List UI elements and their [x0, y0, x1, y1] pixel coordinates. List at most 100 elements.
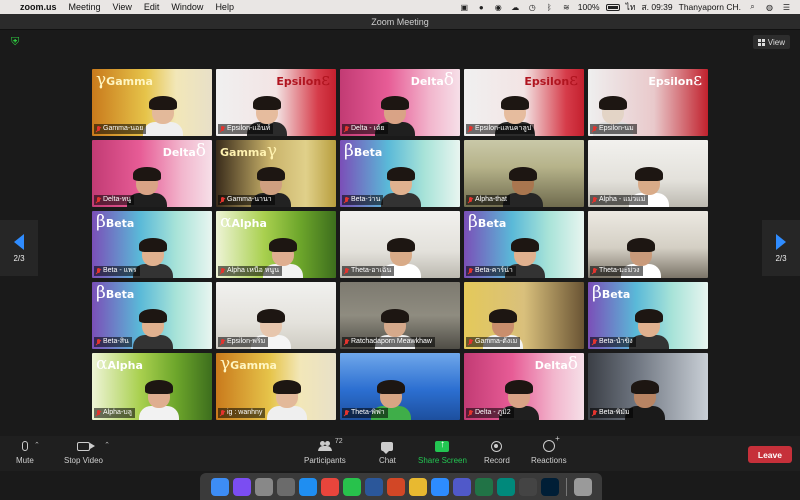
security-shield-icon[interactable]: ⛨ [11, 36, 23, 48]
user-name[interactable]: Thanyaporn CH. [679, 2, 741, 12]
dock-separator [565, 477, 567, 496]
background-brand-text: βBeta [96, 283, 134, 303]
participant-tile[interactable]: βBeta Beta-ว่าน [340, 140, 460, 207]
video-options-chevron-icon[interactable]: ⌃ [104, 441, 110, 449]
participant-face [149, 96, 177, 124]
participant-tile[interactable]: Deltaδ Delta - ภูมิ2 [464, 353, 584, 420]
next-page-button[interactable]: 2/3 [762, 220, 800, 276]
cloud-icon[interactable]: ☁ [510, 3, 521, 12]
stop-video-button[interactable]: ⌃ Stop Video [64, 439, 110, 465]
participant-tile[interactable]: Epsilonε Epsilon-แอ็นท์ [216, 69, 336, 136]
wifi-icon[interactable]: ≋ [561, 3, 572, 12]
brand-word: Beta [105, 288, 135, 301]
leave-button[interactable]: Leave [747, 446, 792, 463]
input-language[interactable]: ไท [626, 0, 636, 14]
meet-icon[interactable] [496, 477, 515, 496]
reactions-button[interactable]: Reactions [531, 434, 567, 465]
participant-tile[interactable]: Theta-มะม่วง [588, 211, 708, 278]
participant-tile[interactable]: Epsilon-พริม [216, 282, 336, 349]
notes-icon[interactable] [408, 477, 427, 496]
participant-name: Alpha-that [475, 196, 507, 203]
mute-options-chevron-icon[interactable]: ⌃ [34, 441, 40, 449]
participant-tile[interactable]: Deltaδ Delta - เต้ย [340, 69, 460, 136]
greek-letter: ε [569, 70, 578, 90]
video-camera-icon [77, 441, 95, 451]
menu-edit[interactable]: Edit [144, 2, 160, 12]
line-status-icon[interactable]: ● [476, 3, 487, 12]
participant-body [267, 406, 307, 420]
participant-tile[interactable]: Deltaδ Delta-หนู [92, 140, 212, 207]
siri-status-icon[interactable]: ◍ [764, 3, 775, 12]
mute-button[interactable]: ⌃ Mute [16, 439, 40, 465]
battery-icon[interactable] [605, 3, 620, 11]
word-icon[interactable] [364, 477, 383, 496]
microphone-icon [21, 441, 28, 451]
teams-icon[interactable] [452, 477, 471, 496]
participant-tile[interactable]: Epsilonε Epsilon-นม [588, 69, 708, 136]
brand-word: Gamma [220, 146, 267, 159]
app-store-icon[interactable] [298, 477, 317, 496]
trash-icon[interactable] [573, 477, 592, 496]
participant-name: Beta-คาร์น่า [475, 267, 513, 274]
view-button[interactable]: View [752, 35, 790, 49]
zoom-icon[interactable] [430, 477, 449, 496]
clock-status-icon[interactable]: ◷ [527, 3, 538, 12]
greek-letter: β [592, 283, 602, 303]
excel-icon[interactable] [474, 477, 493, 496]
launchpad-icon[interactable] [254, 477, 273, 496]
participant-tile[interactable]: αAlpha Alpha-บลู [92, 353, 212, 420]
previous-page-button[interactable]: 2/3 [0, 220, 38, 276]
participant-face [269, 238, 297, 266]
finder-icon[interactable] [210, 477, 229, 496]
control-center-icon[interactable]: ☰ [781, 3, 792, 12]
participant-tile[interactable]: βBeta Beta-น้ำขิง [588, 282, 708, 349]
bluetooth-icon[interactable]: ᛒ [544, 3, 555, 12]
menu-view[interactable]: View [113, 2, 132, 12]
background-brand-text: Deltaδ [411, 70, 454, 90]
participant-tile[interactable]: Gammaγ Gamma-นานา [216, 140, 336, 207]
participant-tile[interactable]: γGamma ig : wanhny [216, 353, 336, 420]
muted-mic-icon [220, 196, 225, 204]
photoshop-icon[interactable] [540, 477, 559, 496]
background-brand-text: Deltaδ [535, 354, 578, 374]
participant-tile[interactable]: Gamma-ตั้งเม [464, 282, 584, 349]
participant-tile[interactable]: βBeta Beta-คาร์น่า [464, 211, 584, 278]
participant-name-tag: Delta-หนู [94, 195, 135, 205]
brand-word: Beta [601, 288, 631, 301]
participant-tile[interactable]: Theta-อาเฉิน [340, 211, 460, 278]
participant-tile[interactable]: βBeta Beta-สิน [92, 282, 212, 349]
clock-icon[interactable] [518, 477, 537, 496]
brand-word: Gamma [106, 75, 153, 88]
spotlight-search-icon[interactable]: ⌕ [747, 2, 758, 12]
eye-icon[interactable]: ◉ [493, 3, 504, 12]
menu-app-name[interactable]: zoom.us [20, 2, 57, 12]
participant-tile[interactable]: αAlpha Alpha เหนือ หนูน [216, 211, 336, 278]
siri-icon[interactable] [232, 477, 251, 496]
participant-tile[interactable]: Ratchadaporn Meawkhaw [340, 282, 460, 349]
participant-name: Epsilon-แอ็นท์ [227, 125, 271, 132]
powerpoint-icon[interactable] [386, 477, 405, 496]
participant-tile[interactable]: Theta-พิฟา [340, 353, 460, 420]
system-preferences-icon[interactable] [276, 477, 295, 496]
participant-name: Theta-อาเฉิน [351, 267, 392, 274]
menu-window[interactable]: Window [171, 2, 203, 12]
chat-button[interactable]: Chat [379, 439, 396, 465]
share-screen-button[interactable]: Share Screen [418, 439, 467, 466]
clock[interactable]: ส. 09:39 [641, 0, 672, 14]
participant-tile[interactable]: Alpha - แม่วแม่ [588, 140, 708, 207]
participant-name: Delta-หนู [103, 196, 132, 203]
participant-tile[interactable]: Epsilonε Epsilon-แลนคาลูป [464, 69, 584, 136]
zoom-status-icon[interactable]: ▣ [459, 3, 470, 12]
record-button[interactable]: Record [484, 439, 510, 465]
participant-face [257, 309, 285, 337]
menu-help[interactable]: Help [215, 2, 234, 12]
muted-mic-icon [220, 125, 225, 133]
participant-tile[interactable]: βBeta Beta - แพร [92, 211, 212, 278]
participant-tile[interactable]: Alpha-that [464, 140, 584, 207]
participants-button[interactable]: 72 Participants [304, 438, 346, 465]
chrome-icon[interactable] [320, 477, 339, 496]
line-icon[interactable] [342, 477, 361, 496]
participant-tile[interactable]: γGamma Gamma-นอย [92, 69, 212, 136]
menu-meeting[interactable]: Meeting [69, 2, 101, 12]
participant-tile[interactable]: Beta-พิมัม [588, 353, 708, 420]
